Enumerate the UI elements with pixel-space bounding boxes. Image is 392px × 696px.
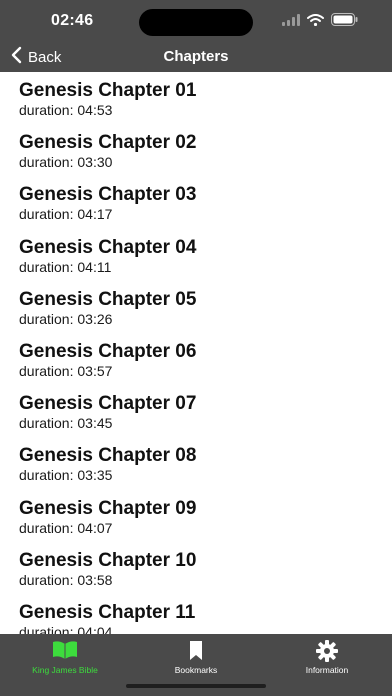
dynamic-island <box>139 9 253 36</box>
chapter-title: Genesis Chapter 04 <box>19 236 197 258</box>
list-item[interactable]: Genesis Chapter 03 duration: 04:17 <box>0 176 392 228</box>
list-item[interactable]: Genesis Chapter 08 duration: 03:35 <box>0 437 392 489</box>
tab-label: King James Bible <box>32 665 98 675</box>
gear-icon <box>262 640 392 662</box>
chapter-list[interactable]: Genesis Chapter 01 duration: 04:53 Genes… <box>0 72 392 634</box>
list-item[interactable]: Genesis Chapter 09 duration: 04:07 <box>0 490 392 542</box>
chapter-title: Genesis Chapter 07 <box>19 393 197 415</box>
chapter-duration: duration: 03:45 <box>19 415 113 432</box>
list-item[interactable]: Genesis Chapter 01 duration: 04:53 <box>0 72 392 124</box>
chapter-duration: duration: 03:26 <box>19 310 113 327</box>
list-item[interactable]: Genesis Chapter 10 duration: 03:58 <box>0 542 392 594</box>
chapter-title: Genesis Chapter 09 <box>19 497 197 519</box>
list-item[interactable]: Genesis Chapter 07 duration: 03:45 <box>0 385 392 437</box>
chapter-duration: duration: 03:58 <box>19 571 113 588</box>
chapter-title: Genesis Chapter 11 <box>19 601 196 623</box>
list-item[interactable]: Genesis Chapter 11 duration: 04:04 <box>0 594 392 634</box>
status-icons <box>282 13 358 31</box>
chapter-duration: duration: 04:04 <box>19 623 113 634</box>
navigation-bar: Back Chapters <box>0 42 392 72</box>
status-bar: 02:46 <box>0 0 392 42</box>
book-icon <box>0 640 130 662</box>
chapter-duration: duration: 03:30 <box>19 154 113 171</box>
status-time: 02:46 <box>51 12 94 29</box>
chapter-title: Genesis Chapter 02 <box>19 132 197 154</box>
home-indicator <box>126 684 266 688</box>
battery-icon <box>331 13 358 31</box>
list-item[interactable]: Genesis Chapter 05 duration: 03:26 <box>0 281 392 333</box>
tab-king-james-bible[interactable]: King James Bible <box>0 640 130 675</box>
chapter-duration: duration: 03:35 <box>19 467 113 484</box>
wifi-icon <box>307 13 324 31</box>
chapter-title: Genesis Chapter 06 <box>19 340 197 362</box>
chapter-duration: duration: 03:57 <box>19 362 113 379</box>
chapter-title: Genesis Chapter 03 <box>19 184 197 206</box>
chapter-duration: duration: 04:11 <box>19 258 112 275</box>
chapter-duration: duration: 04:17 <box>19 206 113 223</box>
list-item[interactable]: Genesis Chapter 04 duration: 04:11 <box>0 229 392 281</box>
tab-information[interactable]: Information <box>262 640 392 675</box>
chapter-duration: duration: 04:53 <box>19 102 113 118</box>
chapter-title: Genesis Chapter 01 <box>19 80 197 101</box>
chapter-title: Genesis Chapter 08 <box>19 445 197 467</box>
tab-label: Bookmarks <box>174 665 218 675</box>
list-item[interactable]: Genesis Chapter 06 duration: 03:57 <box>0 333 392 385</box>
signal-icon <box>282 13 300 31</box>
chapter-title: Genesis Chapter 05 <box>19 288 197 310</box>
list-item[interactable]: Genesis Chapter 02 duration: 03:30 <box>0 124 392 176</box>
tab-label: Information <box>305 665 349 675</box>
tab-bookmarks[interactable]: Bookmarks <box>131 640 261 675</box>
chapter-title: Genesis Chapter 10 <box>19 549 197 571</box>
bookmark-icon <box>131 640 261 662</box>
page-title: Chapters <box>163 48 229 65</box>
chapter-duration: duration: 04:07 <box>19 519 113 536</box>
